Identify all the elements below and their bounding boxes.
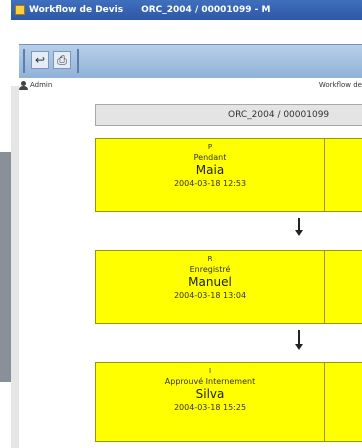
flow-arrow-head [295, 230, 303, 236]
window-app-title: Workflow de Devis [29, 5, 124, 15]
step-code: R [207, 255, 213, 263]
step-code: I [208, 367, 212, 375]
document-reference: ORC_2004 / 00001099 [95, 104, 362, 126]
title-bar: Workflow de Devis ORC_2004 / 00001099 - … [11, 0, 362, 20]
workflow-panel: ORC_2004 / 00001099 P Pendant Maia 2004-… [19, 92, 362, 448]
toolbar: ↩ ⎙ [19, 44, 362, 79]
flow-arrow-head [295, 344, 303, 350]
workflow-step-partial [324, 138, 362, 212]
workflow-step[interactable]: R Enregistré Manuel 2004-03-18 13:04 [95, 250, 325, 324]
step-date: 2004-03-18 12:53 [173, 179, 247, 188]
step-person: Manuel [188, 275, 232, 289]
current-user: Admin [30, 81, 53, 89]
flow-arrow [298, 218, 300, 230]
user-icon [19, 80, 28, 90]
app-window: Workflow de Devis ORC_2004 / 00001099 - … [11, 0, 362, 448]
step-date: 2004-03-18 15:25 [173, 403, 247, 412]
app-icon [15, 5, 25, 15]
back-arrow-icon: ↩ [34, 53, 46, 67]
flow-arrow [298, 330, 300, 344]
toolbar-separator [23, 49, 25, 73]
user-bar: Admin Workflow de [19, 78, 362, 92]
step-person: Maia [195, 163, 225, 177]
print-button[interactable]: ⎙ [53, 51, 71, 69]
window-document-title: ORC_2004 / 00001099 - M [141, 5, 271, 15]
workflow-step[interactable]: I Approuvé Internement Silva 2004-03-18 … [95, 362, 325, 442]
step-status: Pendant [193, 153, 227, 162]
toolbar-separator [77, 49, 79, 73]
step-status: Approuvé Internement [164, 377, 256, 386]
step-code: P [207, 143, 213, 151]
step-date: 2004-03-18 13:04 [173, 291, 247, 300]
workflow-step-partial [324, 250, 362, 324]
step-status: Enregistré [189, 265, 231, 274]
breadcrumb[interactable]: Workflow de [319, 81, 362, 89]
back-button[interactable]: ↩ [31, 51, 49, 69]
step-person: Silva [195, 387, 225, 401]
workflow-step-partial [324, 362, 362, 442]
workflow-step[interactable]: P Pendant Maia 2004-03-18 12:53 [95, 138, 325, 212]
printer-icon: ⎙ [57, 52, 67, 67]
